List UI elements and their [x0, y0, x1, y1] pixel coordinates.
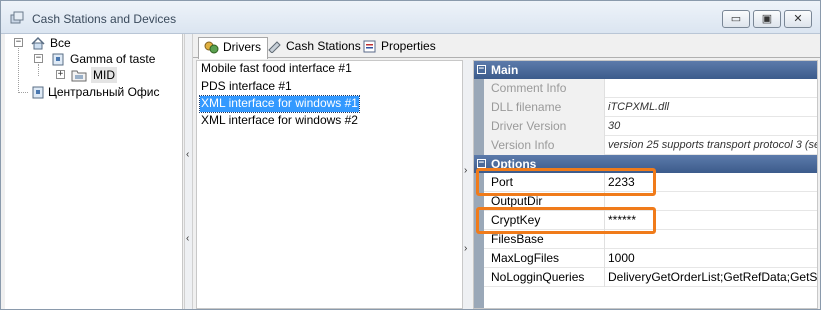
- collapse-icon[interactable]: −: [477, 65, 486, 74]
- tab-cash-stations[interactable]: Cash Stations: [262, 37, 367, 58]
- drivers-icon: [204, 41, 219, 54]
- title-bar: Cash Stations and Devices ▭ ▣ ✕: [1, 1, 820, 34]
- collapse-left-icon[interactable]: ‹: [186, 234, 192, 244]
- highlight-box-cryptkey: [476, 207, 656, 234]
- tab-properties[interactable]: Properties: [357, 37, 442, 58]
- property-row[interactable]: NoLogginQueries DeliveryGetOrderList;Get…: [484, 268, 817, 287]
- restaurant-icon: [52, 53, 64, 66]
- tree-connector: [18, 92, 28, 93]
- collapse-left-icon[interactable]: ‹: [186, 150, 192, 160]
- property-name: NoLogginQueries: [484, 268, 605, 287]
- property-row[interactable]: Comment Info: [484, 79, 817, 98]
- minimize-button[interactable]: ▭: [722, 10, 750, 28]
- property-row[interactable]: MaxLogFiles 1000: [484, 249, 817, 268]
- group-icon: [31, 36, 45, 50]
- app-window: Cash Stations and Devices ▭ ▣ ✕ − Все − …: [0, 0, 821, 310]
- tree-connector: [18, 48, 19, 93]
- property-name: Comment Info: [484, 79, 605, 98]
- property-name: MaxLogFiles: [484, 249, 605, 268]
- tab-strip: Drivers Cash Stations Properties: [193, 34, 820, 59]
- property-row[interactable]: DLL filename iTCPXML.dll: [484, 98, 817, 117]
- property-value: version 25 supports transport protocol 3…: [608, 139, 818, 151]
- tab-drivers[interactable]: Drivers: [198, 37, 268, 59]
- property-name: Driver Version: [484, 117, 605, 136]
- expand-right-icon[interactable]: ›: [464, 244, 470, 254]
- panel-splitter[interactable]: › ›: [463, 60, 472, 309]
- panel-splitter[interactable]: ‹ ‹: [184, 34, 193, 309]
- close-button[interactable]: ✕: [784, 10, 812, 28]
- tree-expand-toggle[interactable]: +: [56, 70, 65, 79]
- folder-icon: [71, 70, 87, 82]
- category-main[interactable]: − Main: [474, 61, 817, 79]
- list-item[interactable]: XML interface for windows #2: [200, 113, 359, 129]
- station-tree: − Все − Gamma of taste + MID Центральный…: [5, 34, 183, 309]
- property-value: 30: [608, 120, 621, 132]
- collapse-icon[interactable]: −: [477, 159, 486, 168]
- property-name: Version Info: [484, 136, 605, 155]
- tab-label: Properties: [381, 39, 436, 53]
- tree-item-gamma-of-taste[interactable]: Gamma of taste: [70, 51, 155, 67]
- property-value[interactable]: DeliveryGetOrderList;GetRefData;GetSyste…: [608, 268, 817, 287]
- list-item[interactable]: PDS interface #1: [200, 79, 293, 95]
- property-row[interactable]: Driver Version 30: [484, 117, 817, 136]
- expand-right-icon[interactable]: ›: [464, 166, 470, 176]
- restaurant-icon: [32, 86, 44, 99]
- tab-label: Cash Stations: [286, 39, 361, 53]
- property-value: iTCPXML.dll: [608, 101, 670, 113]
- tab-label: Drivers: [223, 40, 261, 54]
- tree-collapse-toggle[interactable]: −: [34, 54, 43, 63]
- tree-item-mid[interactable]: MID: [91, 67, 117, 83]
- properties-icon: [363, 40, 376, 53]
- app-icon: [10, 11, 24, 24]
- tree-item-root[interactable]: Все: [50, 35, 71, 51]
- highlight-box-port: [476, 168, 656, 196]
- property-value: [608, 79, 817, 98]
- list-item-selected[interactable]: XML interface for windows #1: [199, 95, 360, 113]
- cash-stations-icon: [268, 41, 281, 53]
- drivers-list: Mobile fast food interface #1 PDS interf…: [196, 60, 463, 309]
- tree-connector: [38, 64, 39, 76]
- maximize-button[interactable]: ▣: [753, 10, 781, 28]
- property-row[interactable]: Version Info version 25 supports transpo…: [484, 136, 818, 155]
- tree-collapse-toggle[interactable]: −: [14, 38, 23, 47]
- property-name: DLL filename: [484, 98, 605, 117]
- window-title: Cash Stations and Devices: [32, 12, 177, 26]
- list-item[interactable]: Mobile fast food interface #1: [200, 61, 353, 77]
- category-label: Main: [491, 63, 519, 77]
- tree-item-central-office[interactable]: Центральный Офис: [48, 84, 159, 100]
- property-value[interactable]: 1000: [608, 249, 817, 268]
